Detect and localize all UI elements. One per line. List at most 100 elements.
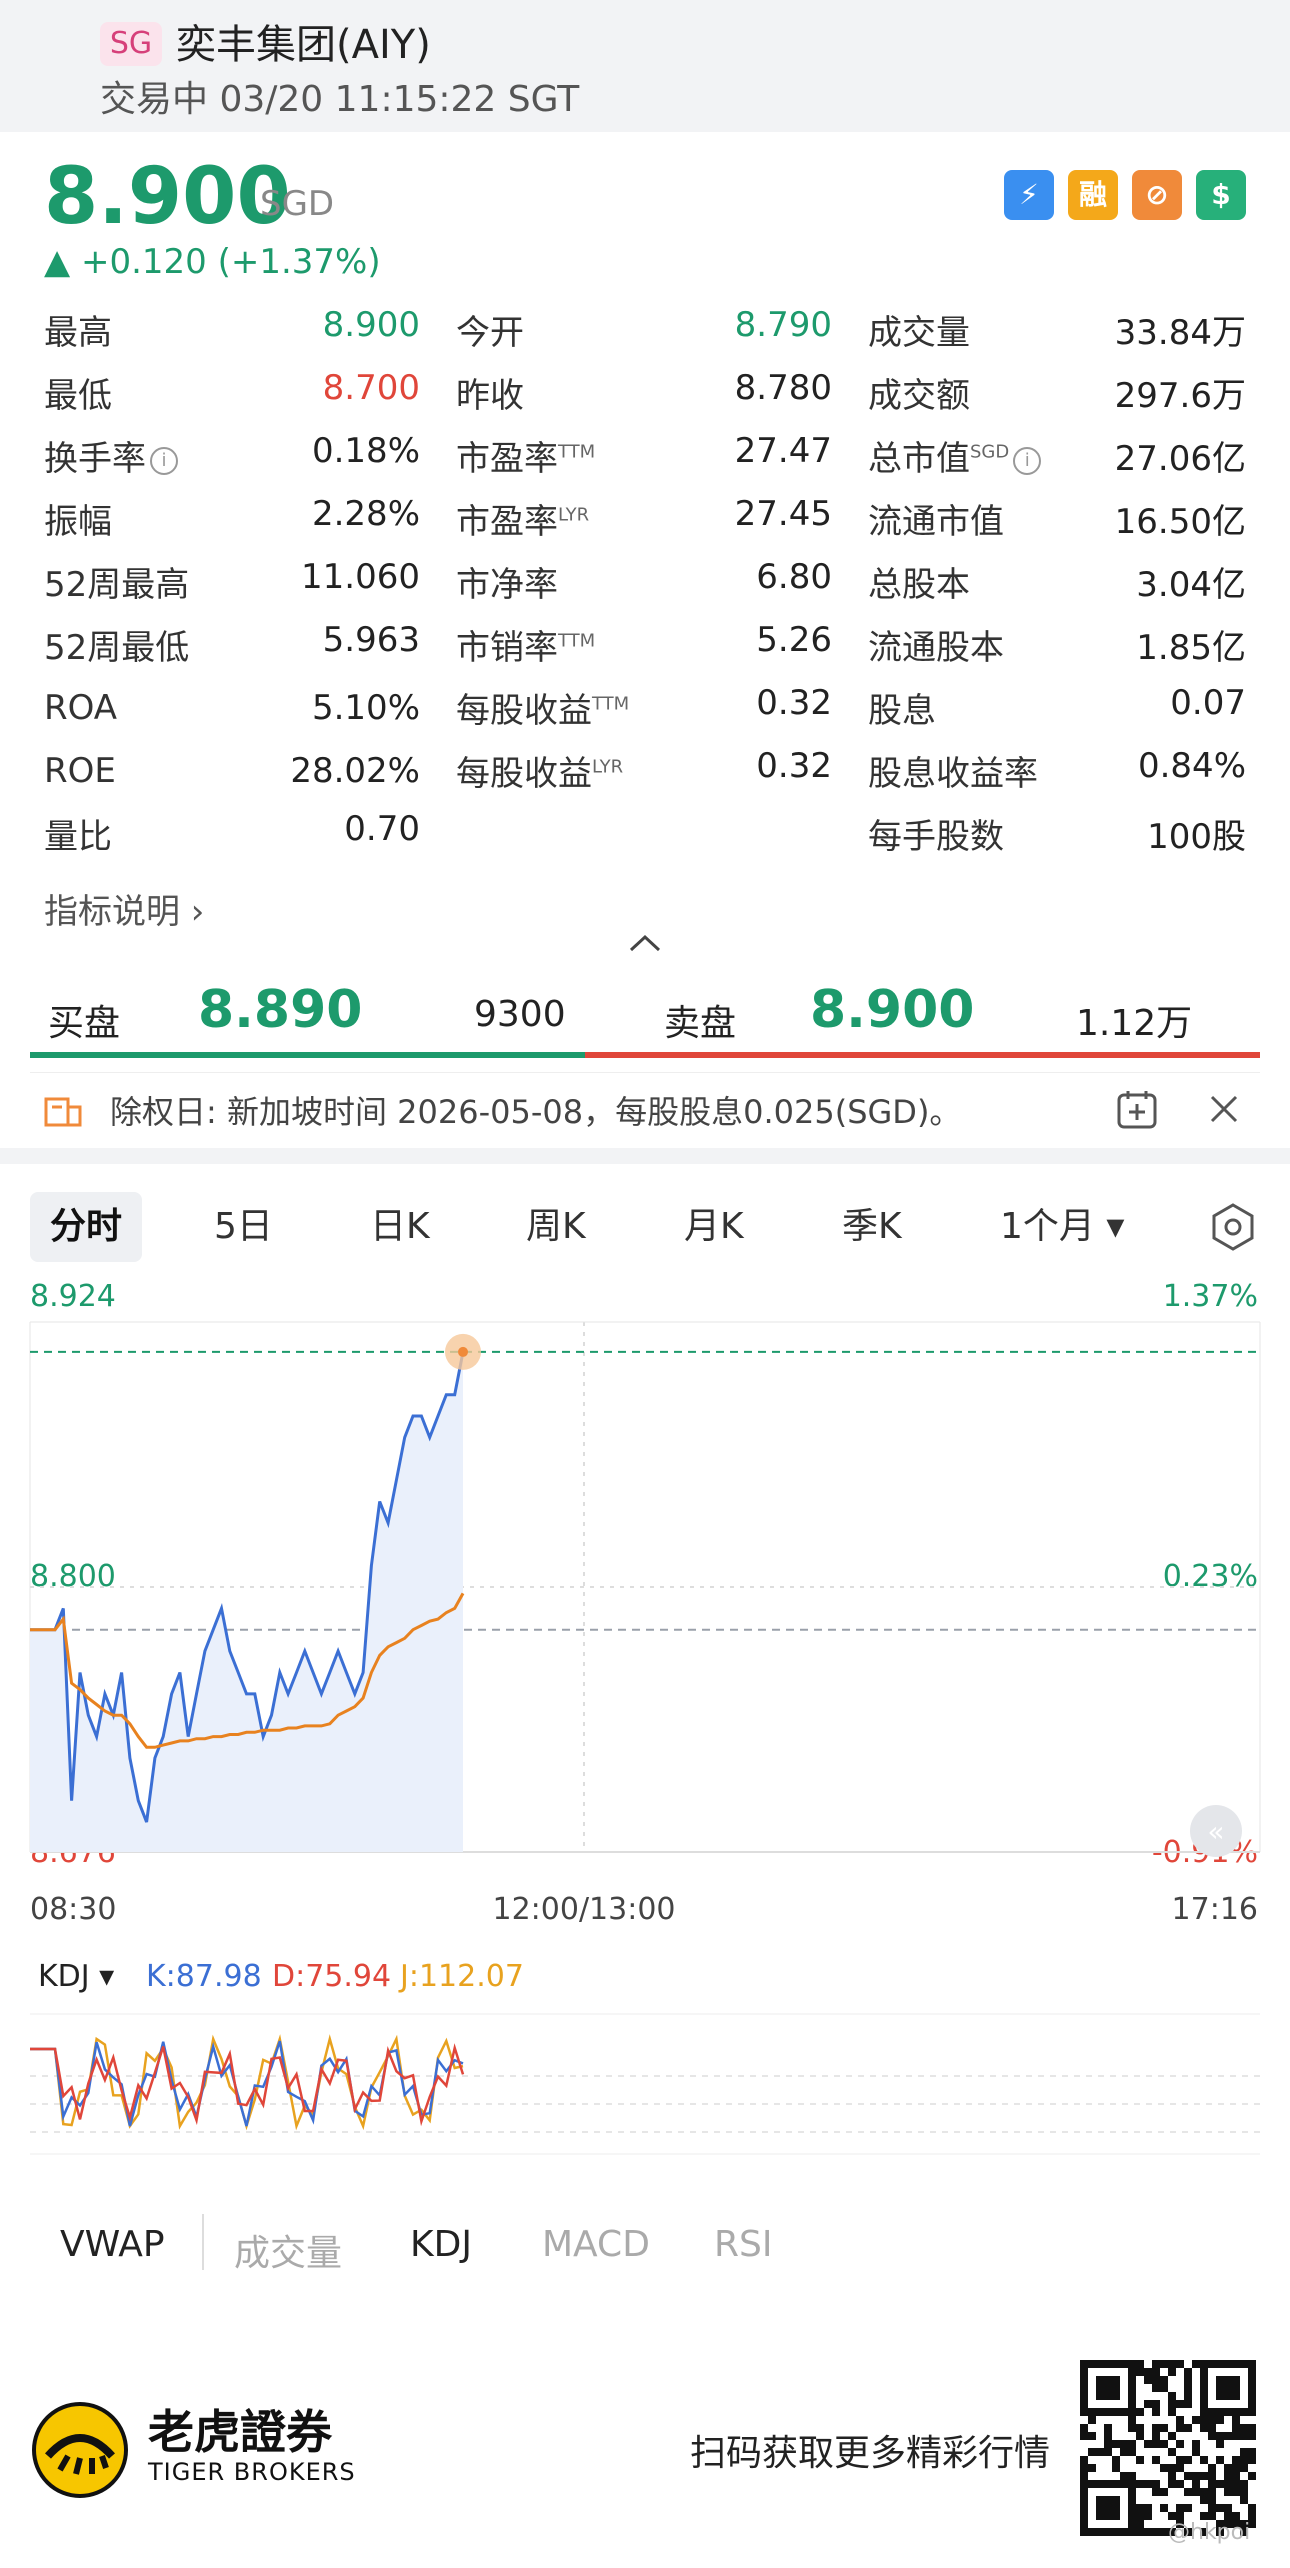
intraday-chart[interactable]: 8.924 8.800 8.676 1.37% 0.23% -0.91% 08:…	[0, 1274, 1290, 2194]
scan-prompt: 扫码获取更多精彩行情	[690, 2433, 1051, 2474]
qr-module	[1152, 2400, 1160, 2408]
qr-module	[1208, 2512, 1216, 2520]
tab-vwap[interactable]: VWAP	[60, 2224, 165, 2265]
tab-rsi[interactable]: RSI	[714, 2224, 772, 2265]
qr-module	[1152, 2360, 1160, 2368]
time-end-label: 17:16	[1172, 1892, 1258, 1927]
stat-cell: 总市值SGD i 27.06亿	[868, 431, 1246, 480]
qr-module	[1136, 2528, 1144, 2536]
qr-module	[1248, 2456, 1256, 2464]
indicator-explain-link[interactable]: 指标说明 ›	[44, 884, 204, 933]
stat-value: 16.50亿	[1114, 502, 1246, 542]
qr-module	[1240, 2464, 1248, 2472]
tab-weekly[interactable]: 周K	[526, 1192, 586, 1262]
qr-code[interactable]	[1080, 2360, 1256, 2536]
ask-label: 卖盘	[664, 1003, 737, 1044]
add-calendar-icon[interactable]	[1116, 1089, 1158, 1129]
stat-label: ROE	[44, 750, 116, 791]
stat-cell: 市盈率LYR 27.45	[456, 494, 832, 543]
stat-cell: 今开 8.790	[456, 305, 832, 354]
stat-cell: 52周最低 5.963	[44, 620, 420, 669]
price-mid-label: 8.800	[30, 1559, 116, 1594]
qr-module	[1152, 2424, 1160, 2432]
qr-module	[1248, 2424, 1256, 2432]
kdj-selector[interactable]: KDJ ▾	[38, 1959, 114, 1994]
qr-module	[1168, 2464, 1176, 2472]
qr-module	[1176, 2440, 1184, 2448]
tab-monthly[interactable]: 月K	[684, 1192, 744, 1262]
qr-module	[1240, 2424, 1248, 2432]
stat-cell: 换手率 i 0.18%	[44, 431, 420, 480]
cash-account-icon[interactable]: $	[1196, 170, 1246, 220]
stat-value: 3.04亿	[1136, 565, 1246, 605]
qr-module	[1080, 2456, 1088, 2464]
qr-module	[1168, 2392, 1176, 2400]
notice-text: 除权日: 新加坡时间 2026-05-08，每股股息0.025(SGD)。	[110, 1093, 962, 1131]
stat-value: 33.84万	[1114, 313, 1246, 353]
last-price-dot	[458, 1346, 468, 1357]
stat-cell: 最高 8.900	[44, 305, 420, 354]
watermark: @hkpoi	[1168, 2520, 1251, 2545]
no-shorting-icon[interactable]: ⊘	[1132, 170, 1182, 220]
stat-label: 最高	[44, 313, 112, 353]
margin-financing-icon[interactable]: 融	[1068, 170, 1118, 220]
qr-module	[1112, 2456, 1120, 2464]
tab-macd[interactable]: MACD	[542, 2224, 650, 2265]
lightning-2-icon[interactable]: ⚡	[1004, 170, 1054, 220]
tab-daily[interactable]: 日K	[370, 1192, 430, 1262]
qr-module	[1168, 2432, 1176, 2440]
settings-hexagon-icon[interactable]	[1208, 1202, 1258, 1252]
qr-module	[1136, 2424, 1144, 2432]
stock-name[interactable]: 奕丰集团(AIY)	[176, 12, 431, 70]
qr-module	[1224, 2512, 1232, 2520]
kdj-k-line	[30, 2040, 464, 2127]
tab-5day[interactable]: 5日	[214, 1192, 273, 1262]
qr-module	[1184, 2504, 1192, 2512]
tab-quarterly[interactable]: 季K	[842, 1192, 902, 1262]
collapse-chevron-icon[interactable]	[628, 922, 662, 962]
stat-value: 5.26	[756, 620, 832, 660]
stats-row: 换手率 i 0.18% 市盈率TTM 27.47 总市值SGD i 27.06亿	[44, 424, 1246, 487]
qr-module	[1240, 2448, 1248, 2456]
stats-row: ROE 28.02% 每股收益LYR 0.32 股息收益率 0.84%	[44, 739, 1246, 802]
stat-label: 股息收益率	[868, 754, 1038, 794]
indicator-tabs: VWAP 成交量 KDJ MACD RSI	[30, 2204, 1260, 2284]
stat-label: 流通市值	[868, 502, 1004, 542]
tab-kdj[interactable]: KDJ	[410, 2224, 472, 2265]
qr-module	[1152, 2480, 1160, 2488]
tab-intraday[interactable]: 分时	[30, 1192, 143, 1262]
dividend-notice[interactable]: 除权日: 新加坡时间 2026-05-08，每股股息0.025(SGD)。	[30, 1072, 1260, 1138]
tab-volume[interactable]: 成交量	[234, 2224, 342, 2276]
qr-module	[1136, 2480, 1144, 2488]
stat-value: 5.10%	[311, 687, 420, 728]
qr-module	[1136, 2512, 1144, 2520]
qr-module	[1200, 2416, 1208, 2424]
qr-module	[1248, 2512, 1256, 2520]
period-dropdown[interactable]: 1个月 ▾	[1000, 1192, 1124, 1262]
qr-module	[1112, 2464, 1120, 2472]
qr-module	[1136, 2520, 1144, 2528]
stats-row: ROA 5.10% 每股收益TTM 0.32 股息 0.07	[44, 676, 1246, 739]
info-icon[interactable]: i	[1013, 446, 1042, 475]
qr-module	[1144, 2400, 1152, 2408]
brand-name-en: TIGER BROKERS	[148, 2458, 356, 2486]
qr-module	[1152, 2408, 1160, 2416]
qr-module	[1088, 2416, 1096, 2424]
close-icon[interactable]	[1208, 1093, 1240, 1125]
qr-module	[1224, 2432, 1232, 2440]
stat-label: 今开	[456, 313, 524, 353]
qr-module	[1216, 2376, 1240, 2400]
stat-label: 成交额	[868, 376, 970, 416]
qr-module	[1208, 2424, 1216, 2432]
stat-value: 27.45	[734, 494, 832, 534]
info-icon[interactable]: i	[150, 446, 178, 475]
stat-cell: 总股本 3.04亿	[868, 557, 1246, 606]
pct-high-label: 1.37%	[1163, 1279, 1258, 1314]
stats-row: 振幅 2.28% 市盈率LYR 27.45 流通市值 16.50亿	[44, 487, 1246, 550]
chart-card: 分时 5日 日K 周K 月K 季K 1个月 ▾ 8.924 8.800 8.67…	[0, 1164, 1290, 2324]
qr-module	[1216, 2504, 1224, 2512]
ask-bar	[585, 1052, 815, 1058]
qr-module	[1232, 2488, 1240, 2496]
qr-module	[1096, 2496, 1120, 2520]
stat-label: 每股收益LYR	[456, 754, 624, 794]
